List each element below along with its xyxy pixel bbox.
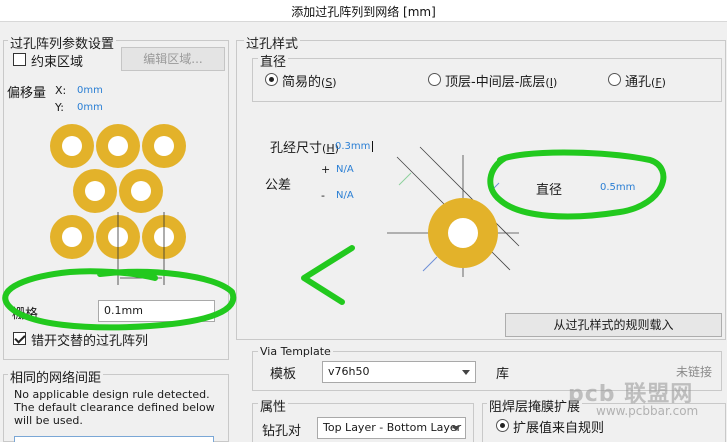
chevron-down-icon [462,370,470,375]
chevron-down-icon [452,426,460,431]
library-label: 库 [496,367,510,382]
properties-title: 属性 [258,396,289,415]
drill-pair-label: 钻孔对 [262,424,302,439]
mask-from-rule-label: 扩展值来自规则 [513,421,605,436]
load-from-rule-button[interactable]: 从过孔样式的规则载入 [505,313,722,337]
template-select-value: v76h50 [328,365,370,378]
template-select[interactable]: v76h50 [322,361,476,383]
watermark-url: www.pcbbar.com [596,404,699,418]
drill-pair-value: Top Layer - Bottom Layer [323,421,462,434]
template-label: 模板 [270,367,297,382]
via-template-title: Via Template [258,345,333,358]
radio-mask-from-rule[interactable] [496,419,509,432]
drill-pair-select[interactable]: Top Layer - Bottom Layer [317,417,466,439]
